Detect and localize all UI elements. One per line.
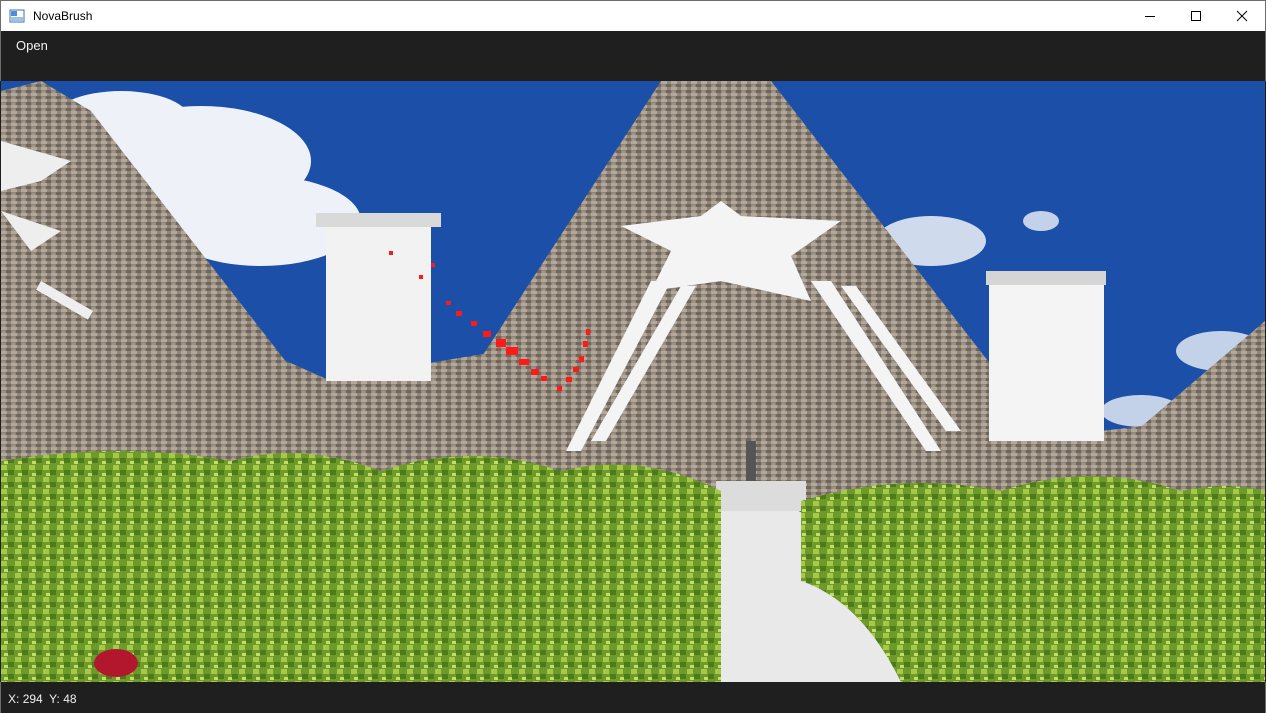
maximize-icon xyxy=(1191,11,1201,21)
close-icon xyxy=(1236,10,1248,22)
y-value: 48 xyxy=(63,692,77,706)
app-icon xyxy=(9,9,25,23)
window-title: NovaBrush xyxy=(33,9,93,23)
red-flowers xyxy=(94,649,138,677)
minimize-button[interactable] xyxy=(1127,1,1173,31)
dome-cap xyxy=(716,481,806,511)
right-chimney xyxy=(986,271,1106,441)
close-button[interactable] xyxy=(1219,1,1265,31)
status-bar: X: 294 Y: 48 xyxy=(0,682,1266,713)
maximize-button[interactable] xyxy=(1173,1,1219,31)
menu-bar: Open xyxy=(0,31,1266,81)
canvas-image xyxy=(1,81,1265,682)
cursor-coordinates: X: 294 Y: 48 xyxy=(8,692,77,706)
minimize-icon xyxy=(1145,16,1155,17)
x-label: X: xyxy=(8,692,20,706)
window-controls xyxy=(1127,1,1265,31)
drawing-canvas[interactable] xyxy=(1,81,1265,682)
title-bar: NovaBrush xyxy=(0,0,1266,31)
pinnacle xyxy=(746,441,756,481)
x-value: 294 xyxy=(22,692,43,706)
open-menu-item[interactable]: Open xyxy=(15,38,49,53)
left-chimney xyxy=(316,213,441,381)
y-label: Y: xyxy=(49,692,60,706)
grapevines xyxy=(1,451,1265,682)
